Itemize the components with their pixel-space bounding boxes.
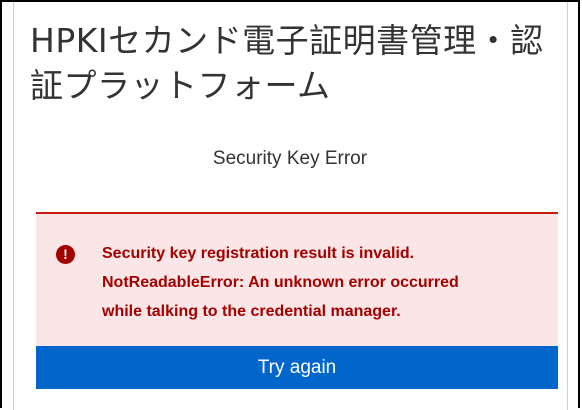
- page-title: Security Key Error: [212, 148, 368, 169]
- error-alert: ! Security key registration result is in…: [36, 212, 558, 347]
- exclamation-circle-icon: !: [56, 245, 75, 264]
- error-message-line: NotReadableError: An unknown error occur…: [102, 274, 459, 291]
- error-message-line: while talking to the credential manager.: [102, 303, 401, 320]
- error-message: Security key registration result is inva…: [102, 239, 542, 326]
- error-message-line: Security key registration result is inva…: [102, 245, 415, 262]
- app-title: HPKIセカンド電子証明書管理・認証プラットフォーム: [30, 21, 544, 105]
- try-again-button[interactable]: Try again: [36, 346, 558, 389]
